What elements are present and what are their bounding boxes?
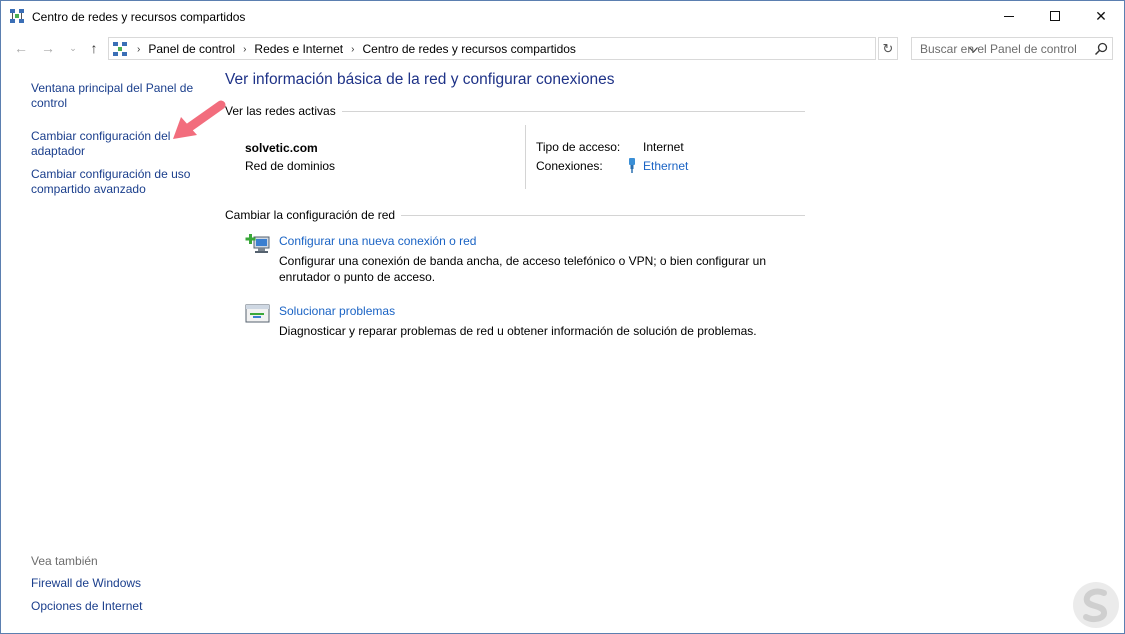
minimize-icon xyxy=(1004,15,1014,17)
active-networks-section: Ver las redes activas xyxy=(225,104,805,118)
connections-label: Conexiones: xyxy=(536,159,603,173)
maximize-icon xyxy=(1050,11,1060,21)
troubleshoot-problems-link[interactable]: Solucionar problemas xyxy=(279,304,395,318)
close-button[interactable]: ✕ xyxy=(1078,1,1124,31)
network-name: solvetic.com xyxy=(245,141,318,155)
breadcrumb-separator-icon[interactable]: › xyxy=(137,44,140,55)
breadcrumb-separator-icon[interactable]: › xyxy=(243,44,246,55)
active-networks-heading: Ver las redes activas xyxy=(225,104,336,118)
setup-new-connection-description: Configurar una conexión de banda ancha, … xyxy=(279,254,766,284)
forward-button[interactable]: → xyxy=(39,38,57,58)
breadcrumb-control-panel[interactable]: Panel de control xyxy=(148,42,235,56)
section-divider xyxy=(401,214,805,216)
chevron-down-icon: ⌄ xyxy=(69,42,77,53)
maximize-button[interactable] xyxy=(1032,1,1078,31)
troubleshoot-icon[interactable] xyxy=(245,302,271,326)
search-box[interactable] xyxy=(911,37,1113,60)
arrow-left-icon: ← xyxy=(14,40,28,56)
refresh-button[interactable]: ↻ xyxy=(878,37,898,60)
network-divider xyxy=(525,125,526,189)
minimize-button[interactable] xyxy=(986,1,1032,31)
close-icon: ✕ xyxy=(1095,7,1107,24)
see-also-heading: Vea también xyxy=(31,554,98,568)
main-content: Ver información básica de la red y confi… xyxy=(225,63,1105,563)
up-button[interactable]: ↑ xyxy=(85,38,103,58)
title-bar[interactable]: Centro de redes y recursos compartidos ✕ xyxy=(1,1,1124,33)
access-type-value: Internet xyxy=(643,140,684,154)
network-type: Red de dominios xyxy=(245,159,336,173)
navigation-bar: ← → ⌄ ↑ › Panel de control › Redes e Int… xyxy=(1,36,1124,62)
page-title: Ver información básica de la red y confi… xyxy=(225,71,615,88)
section-divider xyxy=(341,110,805,112)
refresh-icon: ↻ xyxy=(882,40,894,56)
ethernet-connection-link[interactable]: Ethernet xyxy=(643,159,688,173)
search-icon[interactable] xyxy=(1094,42,1108,56)
window-title: Centro de redes y recursos compartidos xyxy=(32,10,246,24)
breadcrumb: › Panel de control › Redes e Internet › … xyxy=(131,42,576,56)
left-navigation-pane: Ventana principal del Panel de control C… xyxy=(1,63,216,633)
network-center-icon xyxy=(10,9,24,23)
ethernet-icon[interactable] xyxy=(627,158,637,173)
solvetic-watermark-icon xyxy=(1073,582,1119,628)
breadcrumb-network-internet[interactable]: Redes e Internet xyxy=(254,42,343,56)
arrow-up-icon: ↑ xyxy=(90,40,98,56)
access-type-label: Tipo de acceso: xyxy=(536,140,621,154)
breadcrumb-separator-icon[interactable]: › xyxy=(351,44,354,55)
internet-options-link[interactable]: Opciones de Internet xyxy=(31,599,206,614)
change-settings-heading: Cambiar la configuración de red xyxy=(225,208,396,222)
troubleshoot-problems-description: Diagnosticar y reparar problemas de red … xyxy=(279,324,757,338)
breadcrumb-network-center[interactable]: Centro de redes y recursos compartidos xyxy=(363,42,576,56)
windows-firewall-link[interactable]: Firewall de Windows xyxy=(31,576,206,591)
change-settings-section: Cambiar la configuración de red xyxy=(225,208,805,222)
arrow-right-icon: → xyxy=(41,40,55,56)
control-panel-icon xyxy=(113,42,127,56)
control-panel-window: Centro de redes y recursos compartidos ✕… xyxy=(0,0,1125,634)
back-button[interactable]: ← xyxy=(12,38,30,58)
setup-new-connection-link[interactable]: Configurar una nueva conexión o red xyxy=(279,234,476,248)
change-advanced-sharing-link[interactable]: Cambiar configuración de uso compartido … xyxy=(31,167,206,197)
new-connection-icon[interactable] xyxy=(245,232,271,256)
search-input[interactable] xyxy=(912,38,1090,59)
pointer-arrow-icon xyxy=(173,100,226,139)
recent-locations-button[interactable]: ⌄ xyxy=(64,38,82,58)
address-bar[interactable]: › Panel de control › Redes e Internet › … xyxy=(108,37,978,60)
